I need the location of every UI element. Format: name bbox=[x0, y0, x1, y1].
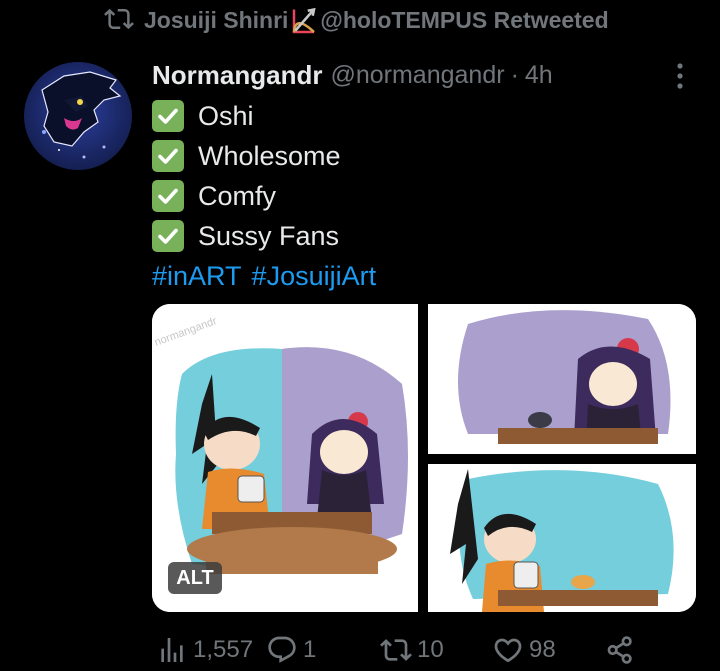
views-action[interactable]: 1,557 bbox=[156, 632, 253, 668]
retweet-icon bbox=[380, 639, 412, 661]
tweet-line: Oshi bbox=[152, 96, 386, 136]
avatar[interactable] bbox=[24, 62, 132, 170]
display-name[interactable]: Normangandr bbox=[152, 60, 322, 91]
more-button[interactable] bbox=[664, 60, 696, 92]
retweet-label[interactable]: Josuiji Shinri @holoTEMPUS Retweeted bbox=[144, 7, 609, 37]
hashtag-link[interactable]: #JosuijiArt bbox=[252, 256, 377, 296]
views-icon bbox=[161, 638, 183, 662]
like-action[interactable]: 98 bbox=[492, 632, 556, 668]
tweet-line: Sussy Fans bbox=[152, 216, 386, 256]
heart-icon bbox=[494, 638, 522, 663]
reply-count: 1 bbox=[303, 636, 317, 663]
hashtag-link[interactable]: #inART bbox=[152, 256, 242, 296]
reply-action[interactable]: 1 bbox=[266, 632, 316, 668]
retweeter-name: Josuiji Shinri bbox=[144, 7, 289, 34]
media-image-3[interactable] bbox=[428, 464, 696, 612]
check-mark-icon bbox=[152, 180, 184, 212]
tweet-header: Normangandr @normangandr · 4h bbox=[152, 57, 553, 93]
user-handle[interactable]: @normangandr bbox=[330, 61, 504, 90]
retweet-count: 10 bbox=[417, 636, 444, 663]
hashtag-line: #inART #JosuijiArt bbox=[152, 256, 386, 296]
tweet-actions: 1,557 1 10 98 bbox=[152, 632, 696, 668]
retweet-icon bbox=[104, 4, 134, 40]
bow-arrow-icon bbox=[293, 7, 317, 34]
tweet-line-text: Wholesome bbox=[198, 141, 341, 171]
media-image-2[interactable] bbox=[428, 304, 696, 454]
reply-icon bbox=[268, 636, 296, 663]
tweet-line-text: Oshi bbox=[198, 101, 254, 131]
retweeter-suffix: @holoTEMPUS Retweeted bbox=[320, 7, 609, 34]
tweet-text: Oshi Wholesome Comfy Sussy Fans #inART #… bbox=[152, 96, 386, 296]
retweet-action[interactable]: 10 bbox=[380, 632, 444, 668]
share-action[interactable] bbox=[604, 632, 636, 668]
tweet-line-text: Comfy bbox=[198, 181, 277, 211]
check-mark-icon bbox=[152, 100, 184, 132]
tweet-line: Comfy bbox=[152, 176, 386, 216]
share-icon bbox=[607, 636, 632, 664]
retweet-banner: Josuiji Shinri @holoTEMPUS Retweeted bbox=[104, 6, 609, 38]
tweet-time[interactable]: 4h bbox=[525, 61, 553, 90]
separator-dot: · bbox=[510, 60, 519, 89]
check-mark-icon bbox=[152, 140, 184, 172]
more-icon bbox=[677, 63, 683, 89]
media-grid: normangandr ALT bbox=[152, 304, 696, 612]
tweet-line: Wholesome bbox=[152, 136, 386, 176]
tweet-line-text: Sussy Fans bbox=[198, 221, 340, 251]
check-mark-icon bbox=[152, 220, 184, 252]
views-count: 1,557 bbox=[193, 636, 254, 663]
alt-badge[interactable]: ALT bbox=[168, 562, 222, 594]
like-count: 98 bbox=[529, 636, 556, 663]
